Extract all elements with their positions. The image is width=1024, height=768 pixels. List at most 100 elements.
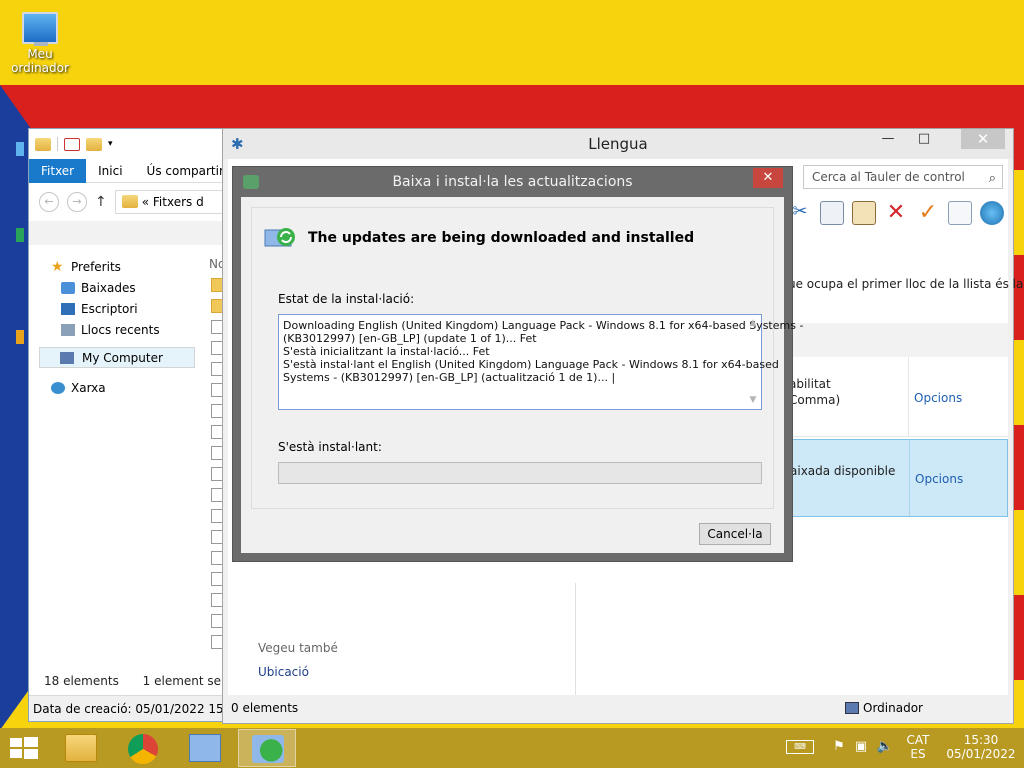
copy-icon[interactable] xyxy=(820,201,844,225)
address-text: « Fitxers d xyxy=(141,195,204,209)
delete-icon[interactable]: ✕ xyxy=(884,201,908,225)
app-icon xyxy=(16,330,24,344)
desktop-icon-my-computer[interactable]: Meu ordinador xyxy=(2,12,78,75)
folder-icon xyxy=(121,195,138,208)
taskbar-windows-update[interactable] xyxy=(238,729,296,767)
recycle-bin-icon xyxy=(16,142,24,156)
toolbar: ✂ ✕ ✓ xyxy=(788,197,1008,229)
options-link[interactable]: Opcions xyxy=(915,472,963,486)
options-link[interactable]: Opcions xyxy=(914,391,962,405)
nav-item-desktop[interactable]: Escriptori xyxy=(29,299,205,320)
navigation-pane: ★ Preferits Baixades Escriptori Llocs re… xyxy=(29,257,205,399)
tab-home[interactable]: Inici xyxy=(86,159,134,183)
chrome-icon xyxy=(128,734,158,764)
downloads-icon xyxy=(61,282,75,294)
log-line: (KB3012997) [en-GB_LP] (update 1 of 1)..… xyxy=(283,332,537,345)
network-icon xyxy=(51,382,65,394)
search-placeholder: Cerca al Tauler de control xyxy=(812,170,965,184)
computer-icon xyxy=(60,352,74,364)
control-panel-icon xyxy=(189,734,221,762)
start-button[interactable] xyxy=(10,737,38,759)
search-icon[interactable]: ⌕ xyxy=(989,168,996,190)
separator xyxy=(57,137,58,151)
desktop-icon-partial[interactable] xyxy=(16,330,26,380)
paste-icon[interactable] xyxy=(852,201,876,225)
computer-icon xyxy=(845,702,860,714)
dialog-body: The updates are being downloaded and ins… xyxy=(241,197,804,553)
maximize-button[interactable]: □ xyxy=(909,129,939,149)
file-explorer-icon xyxy=(65,734,97,762)
desktop-icon-partial[interactable] xyxy=(16,118,26,178)
minimize-button[interactable]: — xyxy=(873,129,903,149)
scroll-up-icon[interactable]: ▲ xyxy=(747,317,759,330)
tab-file[interactable]: Fitxer xyxy=(29,158,87,183)
customize-dropdown-icon[interactable]: ▾ xyxy=(108,139,113,149)
log-line: Downloading English (United Kingdom) Lan… xyxy=(283,319,804,332)
computer-icon xyxy=(22,12,58,46)
log-scrollbar[interactable]: ▲ ▼ xyxy=(747,317,759,407)
log-line: Systems - (KB3012997) [en-GB_LP] (actual… xyxy=(283,371,616,384)
language-code: CAT xyxy=(906,733,930,747)
taskbar-file-explorer[interactable] xyxy=(52,729,110,767)
nav-item-my-computer[interactable]: My Computer xyxy=(39,347,195,368)
nav-label: Baixades xyxy=(81,281,136,295)
clock-date: 05/01/2022 xyxy=(946,747,1016,761)
properties-icon[interactable] xyxy=(948,201,972,225)
title-bar[interactable]: ✱ Llengua — □ ✕ xyxy=(223,129,1013,159)
item-count: 18 elements xyxy=(44,674,119,688)
nav-item-favorites[interactable]: ★ Preferits xyxy=(29,257,205,278)
row-text: aixada disponible xyxy=(790,464,896,478)
network-icon xyxy=(16,228,24,242)
recent-places-icon xyxy=(61,324,75,336)
nav-label: Escriptori xyxy=(81,302,138,316)
dialog-title-bar[interactable]: Baixa i instal·la les actualitzacions ✕ xyxy=(233,167,792,197)
pane-divider xyxy=(575,583,576,695)
installation-log[interactable]: Downloading English (United Kingdom) Lan… xyxy=(278,314,804,410)
keyboard-layout: ES xyxy=(910,747,926,761)
volume-icon[interactable]: 🔈 xyxy=(876,740,894,754)
status-label: Estat de la instal·lació: xyxy=(278,292,415,306)
language-indicator[interactable]: CAT ES xyxy=(900,728,936,768)
taskbar-chrome[interactable] xyxy=(114,729,172,767)
network-icon[interactable]: ▣ xyxy=(852,740,870,754)
forward-button[interactable]: → xyxy=(67,192,87,212)
address-row: ← → ↑ « Fitxers d xyxy=(29,183,247,221)
see-also-heading: Vegeu també xyxy=(258,641,338,655)
taskbar-control-panel[interactable] xyxy=(176,729,234,767)
back-button[interactable]: ← xyxy=(39,192,59,212)
desktop-icon xyxy=(61,303,75,315)
location-link[interactable]: Ubicació xyxy=(258,665,309,679)
search-input[interactable]: Cerca al Tauler de control ⌕ xyxy=(803,165,1003,189)
update-dialog: Baixa i instal·la les actualitzacions ✕ … xyxy=(232,166,804,562)
checkmark-icon[interactable]: ✓ xyxy=(916,201,940,225)
status-bar: 18 elements 1 element selecci xyxy=(29,669,249,693)
row-text-2: Comma) xyxy=(789,393,841,407)
new-folder-icon[interactable] xyxy=(86,137,102,151)
folder-icon[interactable] xyxy=(35,137,51,151)
close-button[interactable]: ✕ xyxy=(961,129,1005,149)
tab-share[interactable]: Ús compartir xyxy=(135,159,236,183)
nav-label: Xarxa xyxy=(71,381,106,395)
keyboard-icon[interactable]: ⌨ xyxy=(786,740,814,754)
star-icon: ★ xyxy=(51,259,64,275)
close-button[interactable]: ✕ xyxy=(753,168,783,188)
nav-item-recent[interactable]: Llocs recents xyxy=(29,320,205,341)
install-progress-bar xyxy=(278,462,762,484)
up-button[interactable]: ↑ xyxy=(95,194,107,210)
nav-label: Preferits xyxy=(71,260,121,274)
taskbar: ⌨ ⚑ ▣ 🔈 CAT ES 15:30 05/01/2022 xyxy=(0,728,1024,768)
cancel-button[interactable]: Cancel·la xyxy=(699,523,771,545)
nav-item-downloads[interactable]: Baixades xyxy=(29,278,205,299)
status-items: 0 elements xyxy=(231,701,299,715)
properties-icon[interactable] xyxy=(64,137,80,151)
windows-update-icon xyxy=(252,735,284,763)
quick-access-toolbar: ▾ xyxy=(29,129,247,159)
scroll-down-icon[interactable]: ▼ xyxy=(747,394,759,407)
desktop-icon-label: Meu ordinador xyxy=(11,47,69,75)
desktop-icon-partial[interactable] xyxy=(16,228,26,288)
shell-icon[interactable] xyxy=(980,201,1004,225)
nav-item-network[interactable]: Xarxa xyxy=(29,378,205,399)
action-center-icon[interactable]: ⚑ xyxy=(830,740,848,754)
clock-time: 15:30 xyxy=(963,733,999,747)
clock[interactable]: 15:30 05/01/2022 xyxy=(944,728,1018,768)
